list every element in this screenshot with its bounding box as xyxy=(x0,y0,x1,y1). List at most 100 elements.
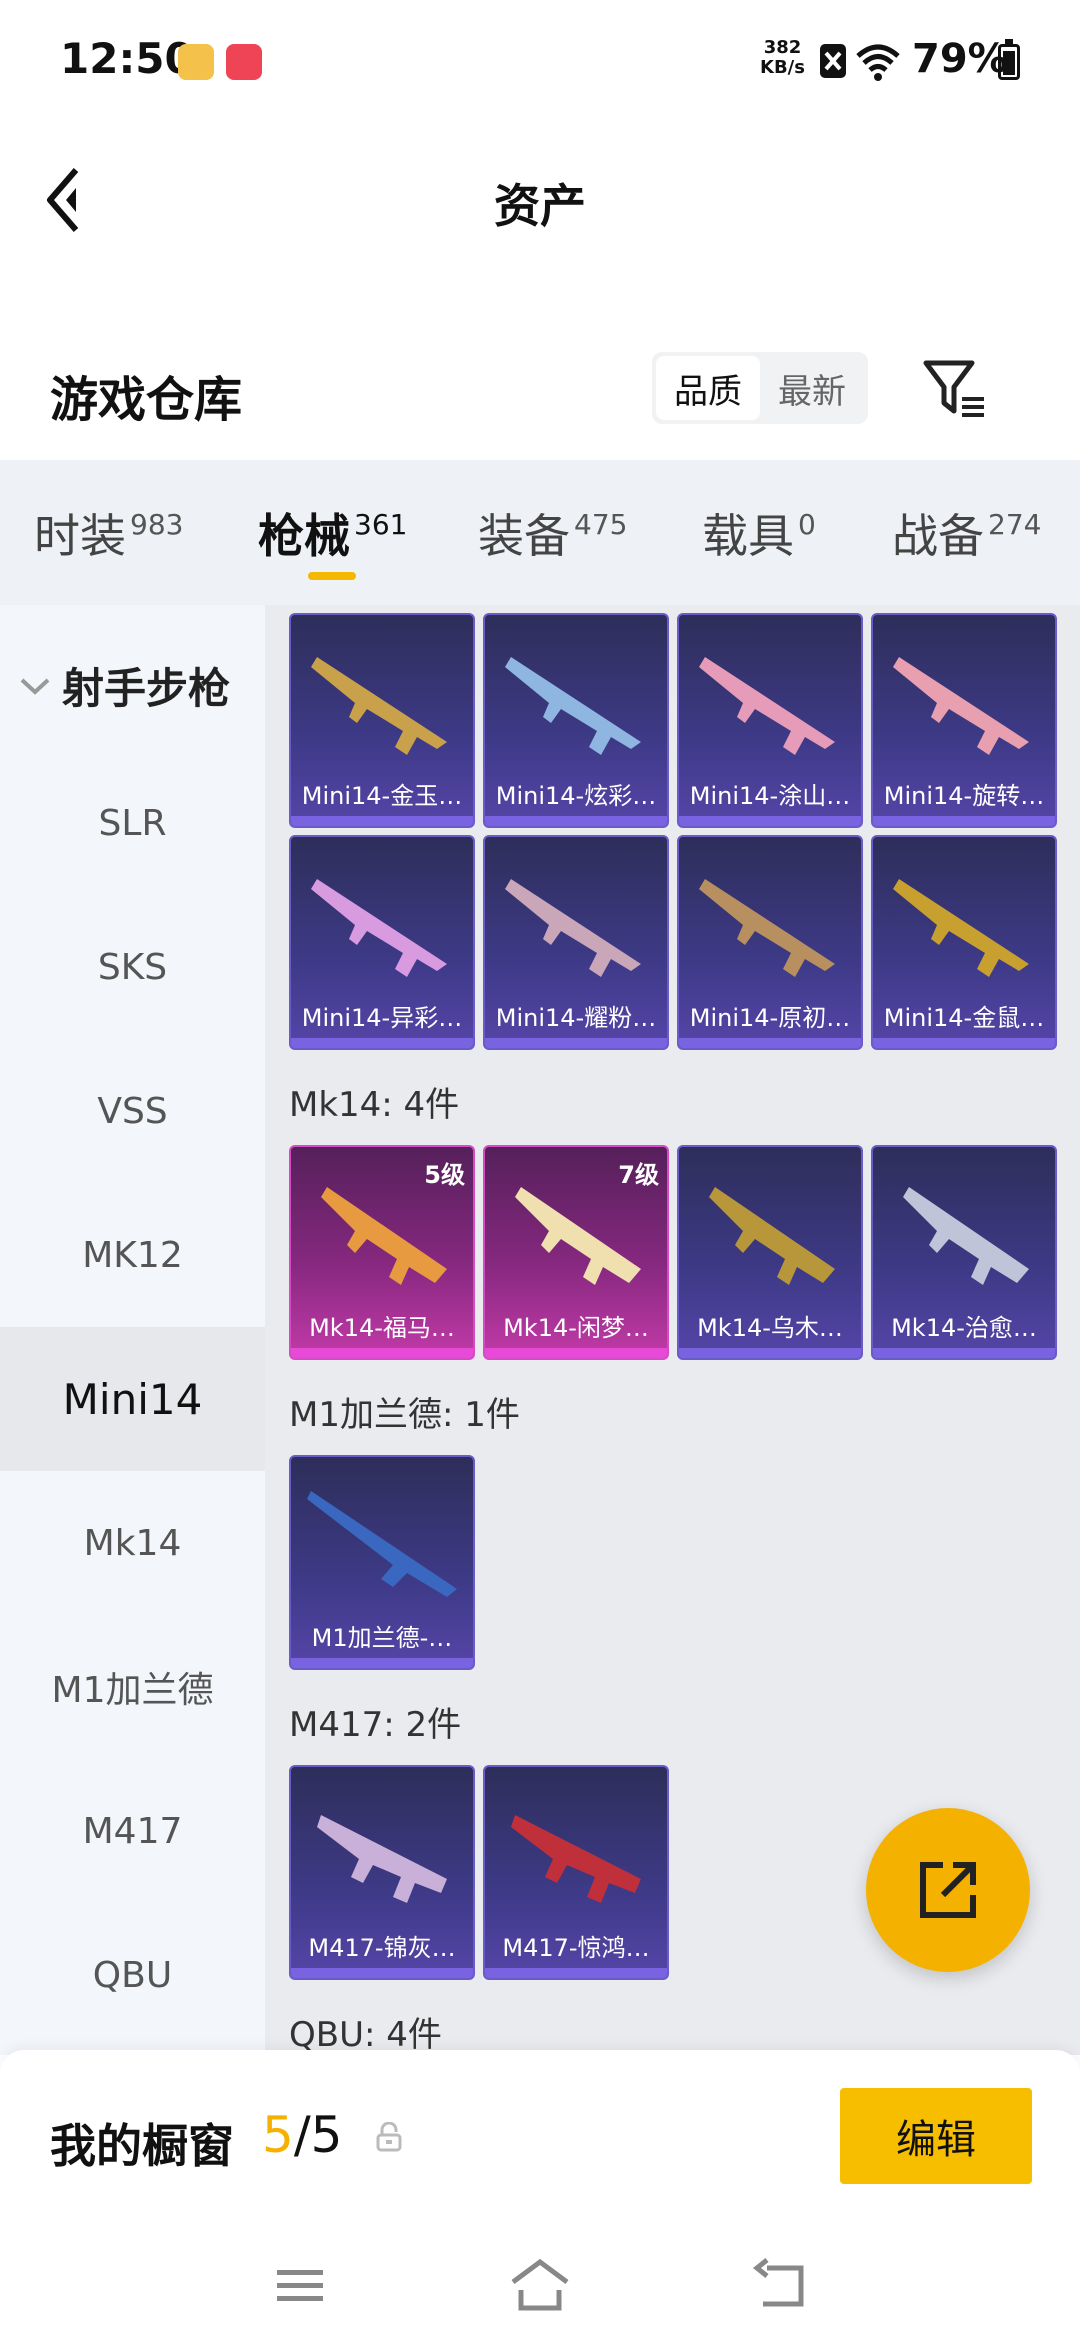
section-title-m1-garand: M1加兰德: 1件 xyxy=(289,1395,520,1435)
section-title-m417: M417: 2件 xyxy=(289,1705,462,1745)
filter-icon xyxy=(923,360,984,417)
rarity-bar xyxy=(679,1348,861,1358)
network-speed: 382 KB/s xyxy=(760,38,805,78)
edit-button[interactable]: 编辑 xyxy=(840,2088,1032,2184)
tab-label: 战备 xyxy=(892,509,984,563)
tab-vehicles[interactable]: 载具 0 xyxy=(702,500,816,566)
tab-supplies[interactable]: 战备 274 xyxy=(892,500,1041,566)
sidebar-item-qbu[interactable]: QBU xyxy=(0,1903,265,2047)
tab-count: 361 xyxy=(354,508,408,541)
rarity-bar xyxy=(291,1968,473,1978)
weapon-card[interactable]: Mk14-治愈… xyxy=(871,1145,1057,1360)
weapon-card[interactable]: Mini14-耀粉… xyxy=(483,835,669,1050)
tab-label: 载具 xyxy=(702,509,794,563)
weapon-name: Mk14-福马… xyxy=(309,1314,455,1342)
sidebar-item-mini14[interactable]: Mini14 xyxy=(0,1327,265,1471)
sidebar-group-label: 射手步枪 xyxy=(62,664,231,713)
menu-icon[interactable] xyxy=(265,2250,335,2320)
sidebar-item-mk12[interactable]: MK12 xyxy=(0,1183,265,1327)
showcase-max: 5 xyxy=(310,2106,343,2164)
weapon-card[interactable]: 5级 Mk14-福马… xyxy=(289,1145,475,1360)
weapon-card[interactable]: Mini14-异彩… xyxy=(289,835,475,1050)
rarity-bar xyxy=(291,1348,473,1358)
home-icon[interactable] xyxy=(505,2250,575,2320)
tab-count: 274 xyxy=(988,508,1042,541)
back-nav-icon[interactable] xyxy=(745,2250,815,2320)
filter-button[interactable] xyxy=(920,355,990,425)
weapon-name: Mk14-治愈… xyxy=(891,1314,1037,1342)
rifle-icon xyxy=(893,657,1029,755)
rifle-icon xyxy=(709,1187,835,1285)
sort-toggle: 品质 最新 xyxy=(652,352,868,424)
status-bar: 12:50 382 KB/s 79% xyxy=(0,0,1080,120)
rarity-bar xyxy=(485,1968,667,1978)
weapon-card[interactable]: Mini14-金玉… xyxy=(289,613,475,828)
section-title-qbu: QBU: 4件 xyxy=(289,2015,442,2055)
sidebar-group-dmr[interactable]: 射手步枪 xyxy=(18,655,230,716)
weapon-card[interactable]: M417-锦灰… xyxy=(289,1765,475,1980)
sidebar-item-mk14[interactable]: Mk14 xyxy=(0,1471,265,1615)
weapon-name: Mini14-炫彩… xyxy=(495,782,657,810)
sidebar-item-sks[interactable]: SKS xyxy=(0,895,265,1039)
rarity-bar xyxy=(485,1038,667,1048)
weapon-name: M417-惊鸿… xyxy=(502,1934,650,1962)
active-tab-indicator xyxy=(308,572,356,580)
rifle-icon xyxy=(511,1815,641,1903)
sidebar-item-m1-garand[interactable]: M1加兰德 xyxy=(0,1615,265,1759)
weapon-name: Mk14-闲梦… xyxy=(503,1314,649,1342)
weapon-card[interactable]: Mk14-乌木… xyxy=(677,1145,863,1360)
rifle-icon xyxy=(311,657,447,755)
tab-equipment[interactable]: 装备 475 xyxy=(478,500,627,566)
weapon-card[interactable]: Mini14-金鼠… xyxy=(871,835,1057,1050)
tab-firearms[interactable]: 枪械 361 xyxy=(258,500,407,566)
tab-count: 475 xyxy=(574,508,628,541)
weapon-card[interactable]: M417-惊鸿… xyxy=(483,1765,669,1980)
sort-quality-button[interactable]: 品质 xyxy=(656,356,760,420)
tab-label: 时装 xyxy=(34,509,126,563)
rifle-icon xyxy=(317,1815,447,1903)
speed-unit: KB/s xyxy=(760,57,805,78)
weapon-card[interactable]: Mini14-涂山… xyxy=(677,613,863,828)
level-badge: 5级 xyxy=(424,1161,465,1189)
sort-newest-button[interactable]: 最新 xyxy=(760,356,864,420)
weapon-card[interactable]: M1加兰德-… xyxy=(289,1455,475,1670)
system-nav-bar xyxy=(0,2230,1080,2344)
showcase-count: 5/5 xyxy=(262,2106,342,2164)
sidebar-item-m417[interactable]: M417 xyxy=(0,1759,265,1903)
tab-count: 0 xyxy=(798,508,816,541)
weapon-name: Mini14-涂山… xyxy=(689,782,851,810)
category-tabs: 时装 983 枪械 361 装备 475 载具 0 战备 274 xyxy=(0,460,1080,605)
rifle-icon xyxy=(505,879,641,977)
section-title-mk14: Mk14: 4件 xyxy=(289,1085,460,1125)
tab-label: 装备 xyxy=(478,509,570,563)
weapon-card[interactable]: 7级 Mk14-闲梦… xyxy=(483,1145,669,1360)
wifi-icon xyxy=(820,44,900,81)
weapon-sidebar: 射手步枪 SLR SKS VSS MK12 Mini14 Mk14 M1加兰德 … xyxy=(0,605,265,2055)
weapon-name: Mini14-耀粉… xyxy=(495,1004,657,1032)
showcase-label: 我的橱窗 xyxy=(50,2119,234,2173)
rarity-bar xyxy=(873,816,1055,826)
rifle-icon xyxy=(903,1187,1029,1285)
weapon-card[interactable]: Mini14-旋转… xyxy=(871,613,1057,828)
speed-value: 382 xyxy=(763,37,802,58)
sidebar-item-vss[interactable]: VSS xyxy=(0,1039,265,1183)
app-badge-icon xyxy=(178,44,214,80)
weapon-name: M1加兰德-… xyxy=(311,1624,453,1652)
tab-fashion[interactable]: 时装 983 xyxy=(34,500,183,566)
app-badge-icon xyxy=(226,44,262,80)
weapon-name: Mini14-原初… xyxy=(689,1004,851,1032)
page-title: 资产 xyxy=(494,179,586,233)
weapon-name: Mini14-金鼠… xyxy=(883,1004,1045,1032)
share-button[interactable] xyxy=(866,1808,1030,1972)
share-icon xyxy=(920,1862,976,1918)
weapon-card[interactable]: Mini14-炫彩… xyxy=(483,613,669,828)
rarity-bar xyxy=(485,1348,667,1358)
rarity-bar xyxy=(291,816,473,826)
sidebar-item-slr[interactable]: SLR xyxy=(0,751,265,895)
rarity-bar xyxy=(485,816,667,826)
lock-icon xyxy=(376,2122,402,2152)
rifle-icon xyxy=(893,879,1029,977)
weapon-card[interactable]: Mini14-原初… xyxy=(677,835,863,1050)
rarity-bar xyxy=(291,1038,473,1048)
rifle-icon xyxy=(311,879,447,977)
